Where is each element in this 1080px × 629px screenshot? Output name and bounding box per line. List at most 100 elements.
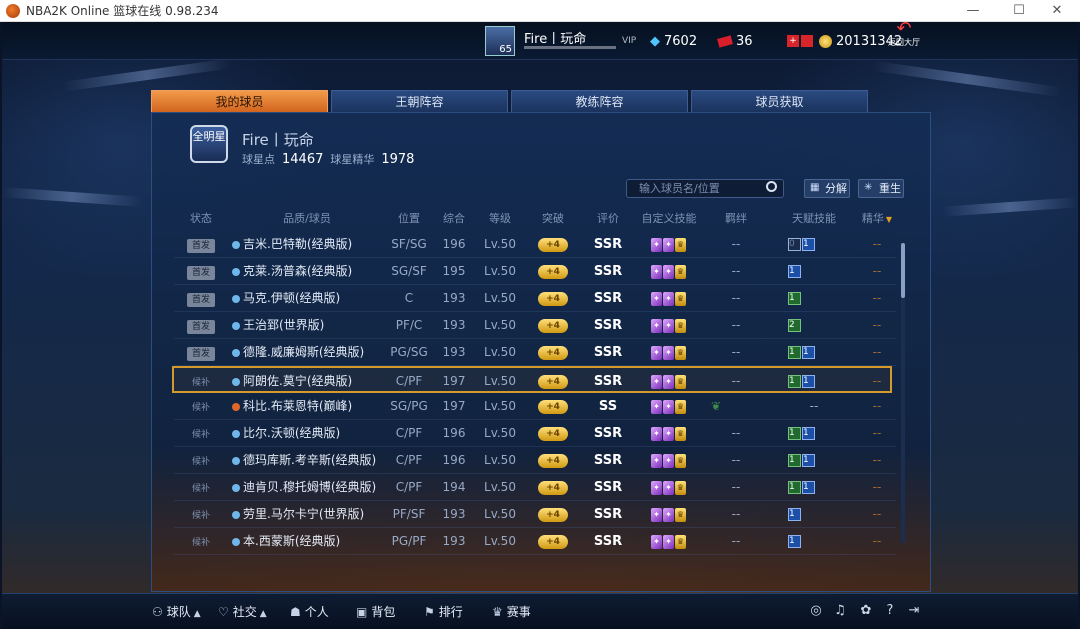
player-name[interactable]: 克莱.汤普森(经典版) [243, 264, 352, 278]
tab-coach-lineup[interactable]: 教练阵容 [511, 90, 688, 112]
skill-icon[interactable]: ✦ [651, 237, 662, 252]
decompose-button[interactable]: ▦ 分解 [804, 179, 850, 198]
talent-skill-icon[interactable]: 1 [788, 454, 801, 467]
skill-crown-icon[interactable]: ♛ [675, 534, 686, 549]
headset-icon[interactable]: ◎ [808, 603, 824, 619]
player-name[interactable]: 德隆.威廉姆斯(经典版) [243, 345, 364, 359]
player-avatar[interactable]: 65 [485, 26, 515, 56]
player-name[interactable]: 迪肯贝.穆托姆博(经典版) [243, 480, 376, 494]
scrollbar-thumb[interactable] [901, 243, 905, 298]
table-row[interactable]: 候补 劳里.马尔卡宁(世界版) PF/SF 193 Lv.50 +4 SSR ✦ ✦ ♛ -- 1 -- [174, 501, 896, 528]
table-row[interactable]: 首发 吉米.巴特勒(经典版) SF/SG 196 Lv.50 +4 SSR ✦ ✦ ♛ -- 0 1 -- [174, 231, 896, 258]
table-row[interactable]: 候补 德玛库斯.考辛斯(经典版) C/PF 196 Lv.50 +4 SSR ✦ ✦ ♛ -- 1 1-… [174, 447, 896, 474]
player-name[interactable]: 马克.伊顿(经典版) [243, 291, 340, 305]
player-search-input[interactable]: 输入球员名/位置 [626, 179, 784, 198]
skill-crown-icon[interactable]: ♛ [675, 480, 686, 495]
player-name[interactable]: 本.西蒙斯(经典版) [243, 534, 340, 548]
talent-skill-icon[interactable]: 1 [788, 427, 801, 440]
nav-events[interactable]: ♛ 赛事 [492, 594, 531, 629]
skill-icon[interactable]: ✦ [663, 318, 674, 333]
player-name[interactable]: 比尔.沃顿(经典版) [243, 426, 340, 440]
nav-rank[interactable]: ⚑ 排行 [424, 594, 463, 629]
nav-social[interactable]: ♡ 社交 ▲ [218, 594, 271, 629]
talent-skill-icon[interactable]: 1 [788, 265, 801, 278]
exit-icon[interactable]: ⇥ [906, 603, 922, 619]
skill-icon[interactable]: ✦ [651, 264, 662, 279]
table-row[interactable]: 首发 克莱.汤普森(经典版) SG/SF 195 Lv.50 +4 SSR ✦ ✦ ♛ -- 1 -- [174, 258, 896, 285]
table-scrollbar[interactable] [901, 243, 905, 543]
talent-skill-icon[interactable]: 1 [788, 346, 801, 359]
skill-crown-icon[interactable]: ♛ [675, 426, 686, 441]
skill-crown-icon[interactable]: ♛ [675, 507, 686, 522]
player-name[interactable]: 德玛库斯.考辛斯(经典版) [243, 453, 376, 467]
skill-icon[interactable]: ✦ [651, 507, 662, 522]
skill-icon[interactable]: ✦ [651, 480, 662, 495]
skill-crown-icon[interactable]: ♛ [675, 345, 686, 360]
player-name[interactable]: 劳里.马尔卡宁(世界版) [243, 507, 364, 521]
talent-skill-icon[interactable]: 0 [788, 238, 801, 251]
talent-skill-icon[interactable]: 1 [802, 375, 815, 388]
player-name[interactable]: 科比.布莱恩特(巅峰) [243, 399, 352, 413]
skill-icon[interactable]: ✦ [651, 318, 662, 333]
skill-crown-icon[interactable]: ♛ [675, 291, 686, 306]
close-button[interactable]: ✕ [1034, 0, 1080, 22]
talent-skill-icon[interactable]: 1 [788, 481, 801, 494]
skill-icon[interactable]: ✦ [651, 399, 662, 414]
skill-icon[interactable]: ✦ [651, 426, 662, 441]
table-row[interactable]: 候补 本.西蒙斯(经典版) PG/PF 193 Lv.50 +4 SSR ✦ ✦ ♛ -- 1 -- [174, 528, 896, 555]
table-row[interactable]: 候补 阿朗佐.莫宁(经典版) C/PF 197 Lv.50 +4 SSR ✦ ✦ ♛ -- 1 1 -- [172, 366, 892, 393]
skill-icon[interactable]: ✦ [663, 374, 674, 389]
skill-icon[interactable]: ✦ [651, 291, 662, 306]
skill-icon[interactable]: ✦ [663, 453, 674, 468]
talent-skill-icon[interactable]: 1 [802, 346, 815, 359]
skill-icon[interactable]: ✦ [663, 534, 674, 549]
table-row[interactable]: 首发 德隆.威廉姆斯(经典版) PG/SG 193 Lv.50 +4 SSR ✦ ✦ ♛ -- 1 1-… [174, 339, 896, 366]
talent-skill-icon[interactable]: 1 [802, 238, 815, 251]
talent-skill-icon[interactable]: 1 [788, 375, 801, 388]
recharge-icon[interactable] [801, 35, 813, 47]
nav-personal[interactable]: ☗ 个人 [290, 594, 329, 629]
player-name[interactable]: 阿朗佐.莫宁(经典版) [243, 374, 352, 388]
table-row[interactable]: 首发 王治郅(世界版) PF/C 193 Lv.50 +4 SSR ✦ ✦ ♛ -- 2 -- [174, 312, 896, 339]
skill-crown-icon[interactable]: ♛ [675, 374, 686, 389]
table-row[interactable]: 候补 科比.布莱恩特(巅峰) SG/PG 197 Lv.50 +4 SS ✦ ✦ ♛ ❦ -- -- [174, 393, 896, 420]
skill-icon[interactable]: ✦ [663, 507, 674, 522]
player-name[interactable]: 吉米.巴特勒(经典版) [243, 237, 352, 251]
column-header[interactable]: 精华 ▼ [858, 209, 896, 229]
talent-skill-icon[interactable]: 1 [802, 454, 815, 467]
nav-bag[interactable]: ▣ 背包 [356, 594, 395, 629]
skill-crown-icon[interactable]: ♛ [675, 399, 686, 414]
skill-icon[interactable]: ✦ [663, 480, 674, 495]
skill-crown-icon[interactable]: ♛ [675, 264, 686, 279]
skill-icon[interactable]: ✦ [663, 237, 674, 252]
search-icon[interactable] [766, 181, 777, 192]
skill-icon[interactable]: ✦ [651, 453, 662, 468]
minimize-button[interactable]: — [950, 0, 996, 22]
skill-icon[interactable]: ✦ [663, 264, 674, 279]
skill-icon[interactable]: ✦ [663, 291, 674, 306]
skill-icon[interactable]: ✦ [663, 426, 674, 441]
table-row[interactable]: 候补 比尔.沃顿(经典版) C/PF 196 Lv.50 +4 SSR ✦ ✦ ♛ -- 1 1 -- [174, 420, 896, 447]
vip-icon[interactable]: VIP [622, 22, 636, 60]
skill-crown-icon[interactable]: ♛ [675, 318, 686, 333]
talent-skill-icon[interactable]: 2 [788, 319, 801, 332]
back-to-lobby-button[interactable]: ↶ 返回大厅 [888, 22, 920, 58]
skill-crown-icon[interactable]: ♛ [675, 453, 686, 468]
skill-icon[interactable]: ✦ [651, 534, 662, 549]
gift-icon[interactable]: + [787, 35, 799, 47]
help-icon[interactable]: ? [882, 603, 898, 619]
table-row[interactable]: 首发 马克.伊顿(经典版) C 193 Lv.50 +4 SSR ✦ ✦ ♛ -- 1 -- [174, 285, 896, 312]
skill-icon[interactable]: ✦ [663, 399, 674, 414]
player-name[interactable]: 王治郅(世界版) [243, 318, 324, 332]
talent-skill-icon[interactable]: 1 [802, 427, 815, 440]
settings-icon[interactable]: ✿ [858, 603, 874, 619]
nav-team[interactable]: ⚇ 球队 ▲ [152, 594, 205, 629]
tab-my-players[interactable]: 我的球员 [151, 90, 328, 112]
talent-skill-icon[interactable]: 1 [788, 292, 801, 305]
tab-get-players[interactable]: 球员获取 [691, 90, 868, 112]
skill-icon[interactable]: ✦ [651, 345, 662, 360]
skill-crown-icon[interactable]: ♛ [675, 237, 686, 252]
skill-icon[interactable]: ✦ [651, 374, 662, 389]
skill-icon[interactable]: ✦ [663, 345, 674, 360]
table-row[interactable]: 候补 迪肯贝.穆托姆博(经典版) C/PF 194 Lv.50 +4 SSR ✦ ✦ ♛ -- 1 1-… [174, 474, 896, 501]
